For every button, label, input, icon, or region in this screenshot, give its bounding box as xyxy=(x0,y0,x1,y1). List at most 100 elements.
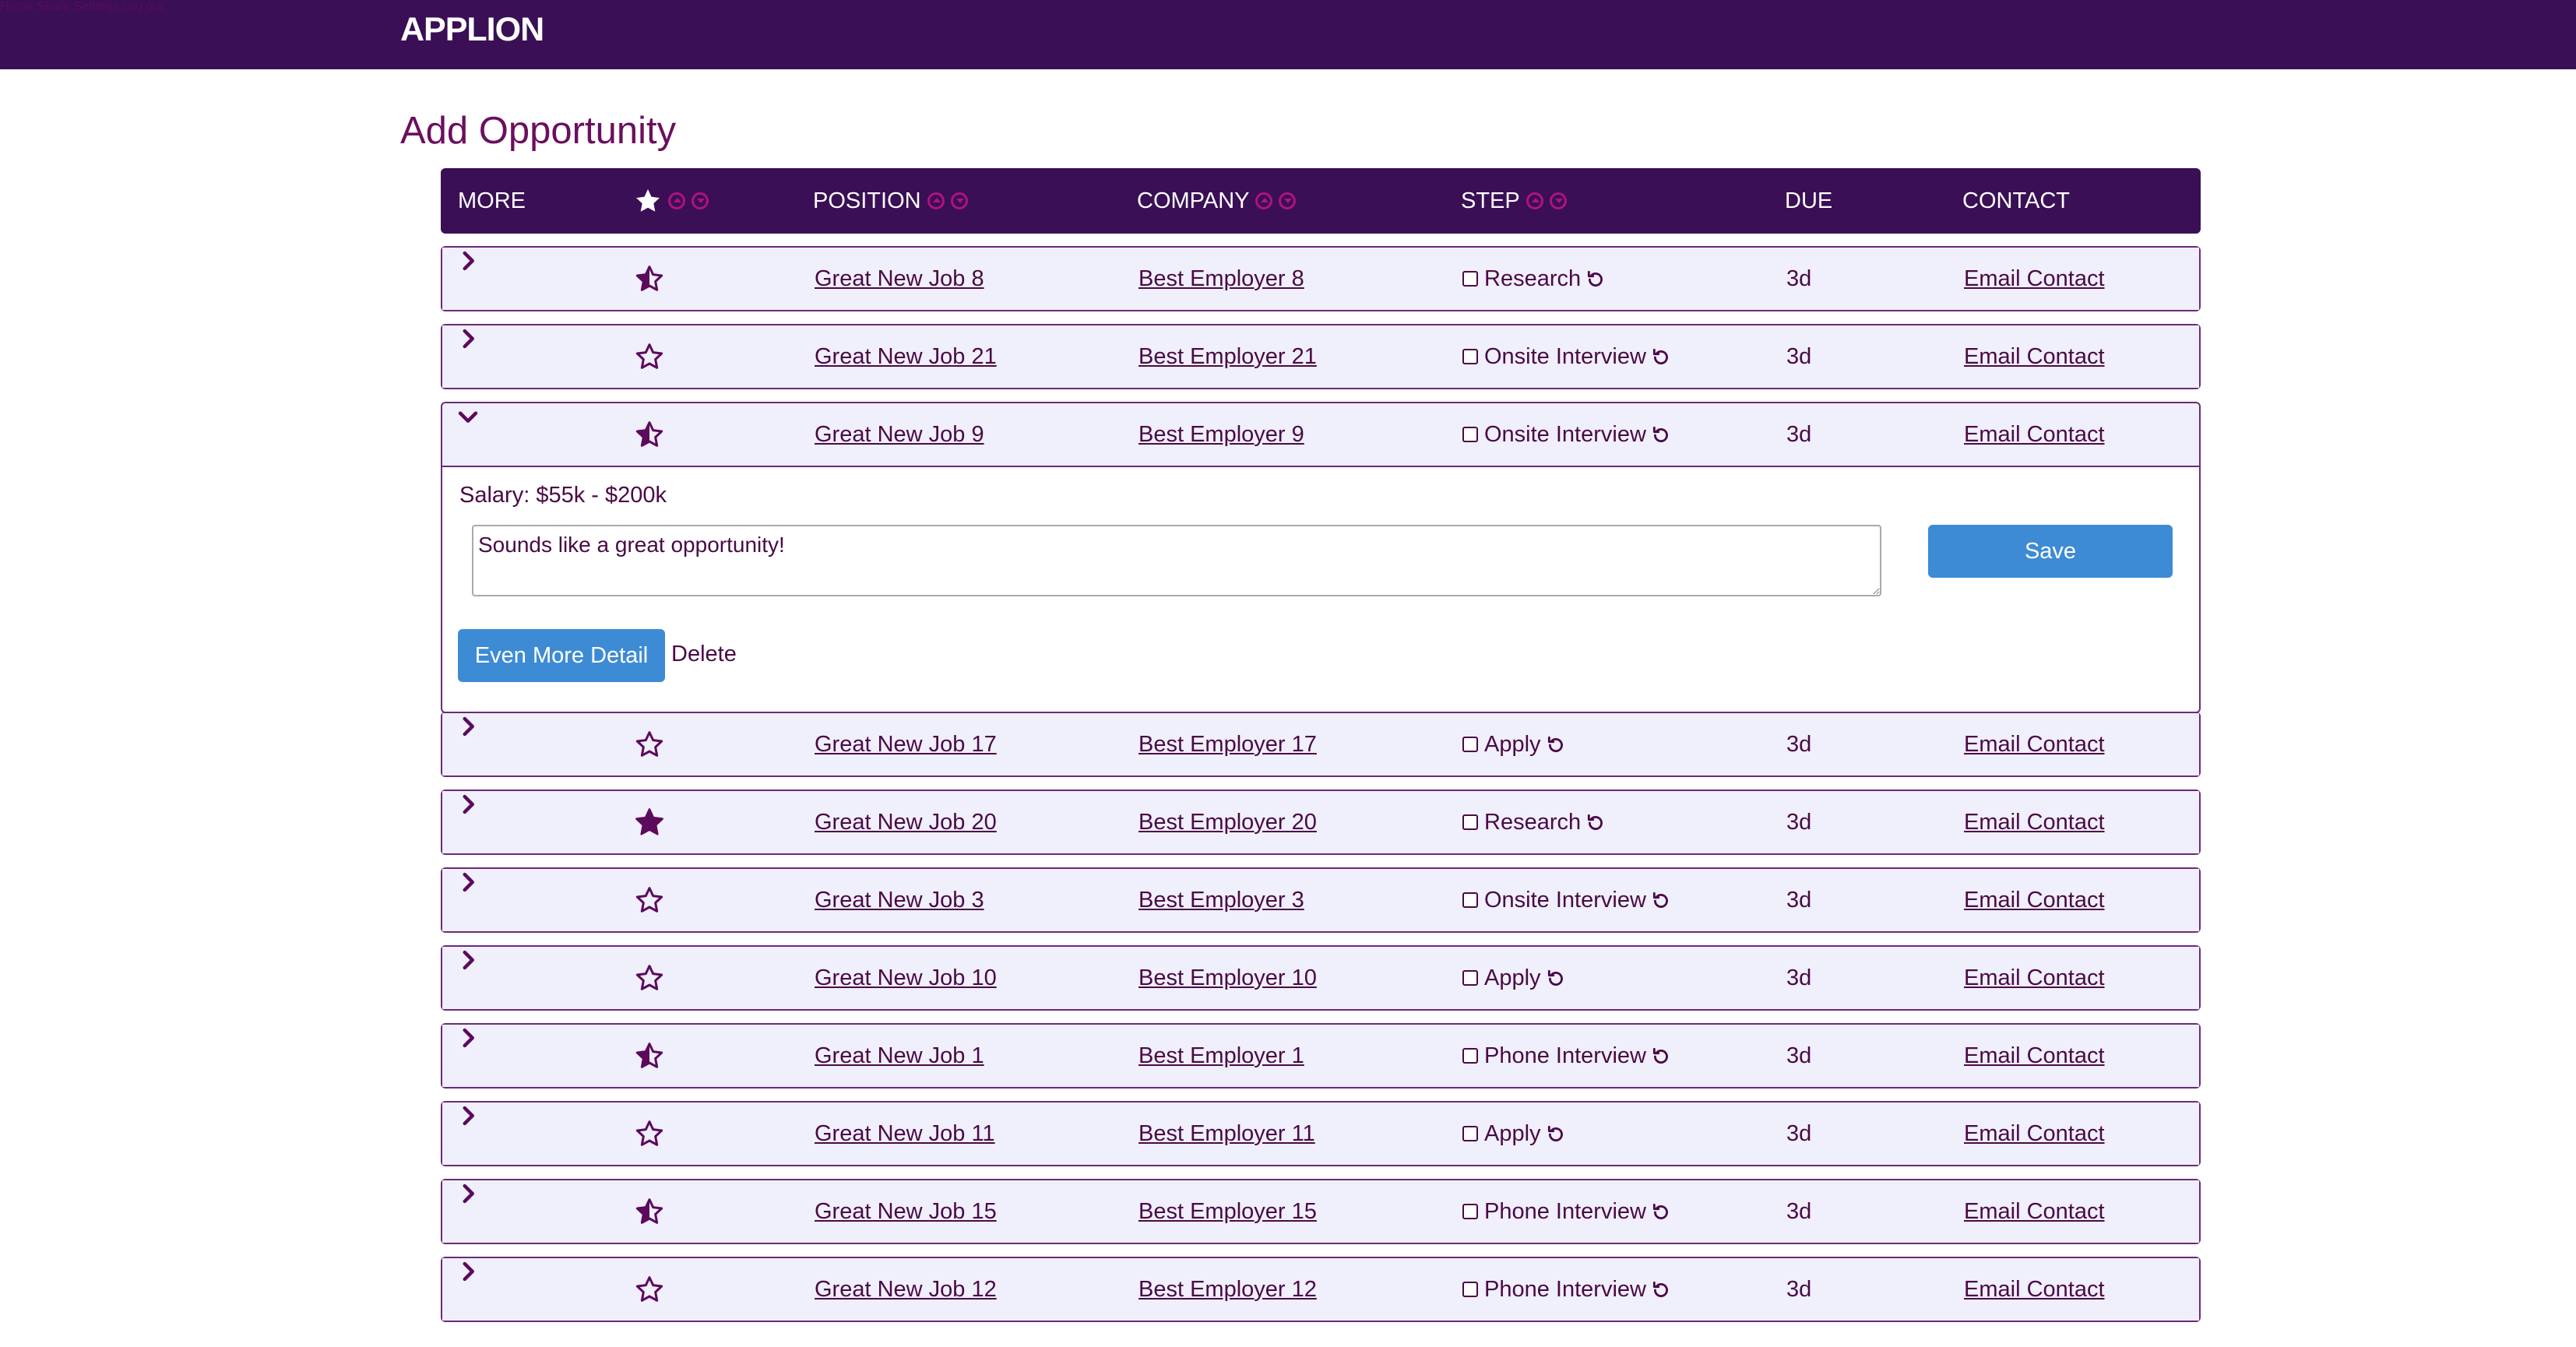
nav-settings-link[interactable]: Settings xyxy=(73,0,118,13)
chevron-right-icon[interactable] xyxy=(455,1025,481,1051)
position-link[interactable]: Great New Job 17 xyxy=(815,732,997,758)
step-checkbox[interactable] xyxy=(1462,814,1478,830)
undo-icon[interactable] xyxy=(1646,1043,1671,1069)
email-contact-link[interactable]: Email Contact xyxy=(1964,810,2105,835)
undo-icon[interactable] xyxy=(1581,810,1606,835)
star-empty-icon[interactable] xyxy=(634,947,665,1009)
save-button[interactable]: Save xyxy=(1928,525,2173,578)
sort-desc-icon[interactable] xyxy=(950,192,968,209)
step-checkbox[interactable] xyxy=(1462,427,1478,442)
due-cell: 3d xyxy=(1786,421,1812,447)
step-checkbox[interactable] xyxy=(1462,1126,1478,1141)
position-link[interactable]: Great New Job 15 xyxy=(815,1199,997,1225)
delete-link[interactable]: Delete xyxy=(671,642,737,667)
column-header-contact: CONTACT xyxy=(1962,188,2071,213)
sort-asc-icon[interactable] xyxy=(1255,192,1273,209)
email-contact-link[interactable]: Email Contact xyxy=(1964,266,2105,292)
undo-icon[interactable] xyxy=(1646,422,1671,448)
position-link[interactable]: Great New Job 10 xyxy=(815,965,997,991)
star-filled-icon[interactable] xyxy=(634,791,665,853)
chevron-down-icon[interactable] xyxy=(455,403,481,430)
brand-logo[interactable]: APPLION xyxy=(400,11,544,49)
chevron-right-icon[interactable] xyxy=(455,1180,481,1207)
undo-icon[interactable] xyxy=(1541,1121,1566,1147)
undo-icon[interactable] xyxy=(1581,266,1606,292)
company-link[interactable]: Best Employer 12 xyxy=(1138,1277,1317,1303)
company-link[interactable]: Best Employer 20 xyxy=(1138,810,1317,835)
star-empty-icon[interactable] xyxy=(634,325,665,388)
company-link[interactable]: Best Employer 1 xyxy=(1138,1043,1304,1069)
position-link[interactable]: Great New Job 12 xyxy=(815,1277,997,1303)
star-half-icon[interactable] xyxy=(634,403,665,466)
email-contact-link[interactable]: Email Contact xyxy=(1964,965,2105,991)
company-link[interactable]: Best Employer 15 xyxy=(1138,1199,1317,1225)
chevron-right-icon[interactable] xyxy=(455,1258,481,1285)
position-link[interactable]: Great New Job 3 xyxy=(815,888,984,913)
nav-share-link[interactable]: Share xyxy=(37,0,70,13)
company-link[interactable]: Best Employer 9 xyxy=(1138,422,1304,448)
email-contact-link[interactable]: Email Contact xyxy=(1964,1199,2105,1225)
star-half-icon[interactable] xyxy=(634,248,665,310)
star-empty-icon[interactable] xyxy=(634,713,665,775)
step-checkbox[interactable] xyxy=(1462,349,1478,364)
star-half-icon[interactable] xyxy=(634,1025,665,1087)
notes-textarea[interactable]: Sounds like a great opportunity! xyxy=(472,525,1881,596)
step-checkbox[interactable] xyxy=(1462,1282,1478,1297)
star-half-icon[interactable] xyxy=(634,1180,665,1243)
nav-home-link[interactable]: Home xyxy=(0,0,33,13)
position-link[interactable]: Great New Job 9 xyxy=(815,422,984,448)
sort-desc-icon[interactable] xyxy=(1279,192,1297,209)
column-header-position[interactable]: POSITION xyxy=(813,168,968,234)
email-contact-link[interactable]: Email Contact xyxy=(1964,1121,2105,1147)
star-empty-icon[interactable] xyxy=(634,869,665,931)
chevron-right-icon[interactable] xyxy=(455,713,481,740)
step-checkbox[interactable] xyxy=(1462,1204,1478,1219)
step-checkbox[interactable] xyxy=(1462,892,1478,908)
sort-desc-icon[interactable] xyxy=(1549,192,1567,209)
position-link[interactable]: Great New Job 8 xyxy=(815,266,984,292)
column-header-star[interactable] xyxy=(634,168,709,234)
star-empty-icon[interactable] xyxy=(634,1103,665,1165)
company-link[interactable]: Best Employer 8 xyxy=(1138,266,1304,292)
chevron-right-icon[interactable] xyxy=(455,325,481,352)
chevron-right-icon[interactable] xyxy=(455,869,481,895)
column-header-company[interactable]: COMPANY xyxy=(1137,168,1297,234)
email-contact-link[interactable]: Email Contact xyxy=(1964,1043,2105,1069)
column-header-step[interactable]: STEP xyxy=(1461,168,1567,234)
email-contact-link[interactable]: Email Contact xyxy=(1964,422,2105,448)
company-link[interactable]: Best Employer 11 xyxy=(1138,1121,1315,1147)
email-contact-link[interactable]: Email Contact xyxy=(1964,344,2105,370)
star-empty-icon[interactable] xyxy=(634,1258,665,1321)
sort-asc-icon[interactable] xyxy=(668,192,685,209)
undo-icon[interactable] xyxy=(1646,1199,1671,1225)
step-checkbox[interactable] xyxy=(1462,1048,1478,1064)
undo-icon[interactable] xyxy=(1541,965,1566,991)
sort-asc-icon[interactable] xyxy=(927,192,945,209)
company-link[interactable]: Best Employer 3 xyxy=(1138,888,1304,913)
chevron-right-icon[interactable] xyxy=(455,791,481,818)
position-link[interactable]: Great New Job 21 xyxy=(815,344,997,370)
chevron-right-icon[interactable] xyxy=(455,947,481,973)
undo-icon[interactable] xyxy=(1646,1277,1671,1303)
undo-icon[interactable] xyxy=(1541,732,1566,758)
position-link[interactable]: Great New Job 11 xyxy=(815,1121,995,1147)
sort-asc-icon[interactable] xyxy=(1526,192,1543,209)
chevron-right-icon[interactable] xyxy=(455,1103,481,1129)
undo-icon[interactable] xyxy=(1646,344,1671,370)
email-contact-link[interactable]: Email Contact xyxy=(1964,732,2105,758)
email-contact-link[interactable]: Email Contact xyxy=(1964,888,2105,913)
sort-desc-icon[interactable] xyxy=(692,192,709,209)
even-more-detail-button[interactable]: Even More Detail xyxy=(458,629,665,682)
step-checkbox[interactable] xyxy=(1462,970,1478,986)
step-checkbox[interactable] xyxy=(1462,271,1478,287)
email-contact-link[interactable]: Email Contact xyxy=(1964,1277,2105,1303)
company-link[interactable]: Best Employer 21 xyxy=(1138,344,1317,370)
undo-icon[interactable] xyxy=(1646,888,1671,913)
chevron-right-icon[interactable] xyxy=(455,248,481,274)
company-link[interactable]: Best Employer 17 xyxy=(1138,732,1317,758)
position-link[interactable]: Great New Job 1 xyxy=(815,1043,984,1069)
company-link[interactable]: Best Employer 10 xyxy=(1138,965,1317,991)
position-link[interactable]: Great New Job 20 xyxy=(815,810,997,835)
nav-logout-link[interactable]: Log out xyxy=(122,0,164,13)
step-checkbox[interactable] xyxy=(1462,737,1478,752)
